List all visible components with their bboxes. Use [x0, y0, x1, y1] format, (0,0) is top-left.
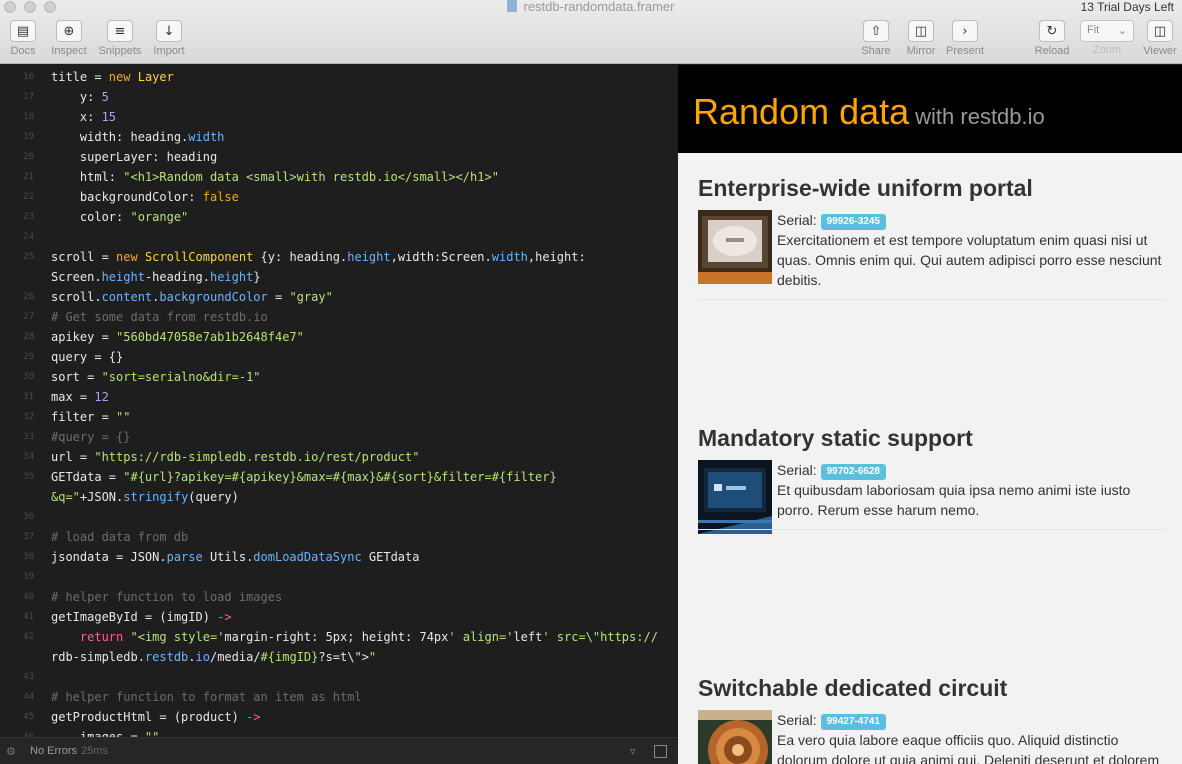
- product-description: Serial: 99702-6628 Et quibusdam laboriosa…: [777, 462, 1131, 518]
- viewer-panel-icon: ◫: [1147, 20, 1173, 42]
- trial-days-label: 13 Trial Days Left: [1080, 0, 1174, 14]
- import-button[interactable]: ↓ Import: [139, 20, 199, 57]
- product-image: [698, 210, 772, 284]
- product-name: Enterprise-wide uniform portal: [698, 175, 1033, 201]
- product-card: Switchable dedicated circuit Serial: 994…: [698, 675, 1166, 764]
- pin-icon[interactable]: ▿: [630, 738, 636, 764]
- reload-icon: ↻: [1039, 20, 1065, 42]
- present-button[interactable]: › Present: [935, 20, 995, 57]
- product-name: Mandatory static support: [698, 425, 973, 451]
- panel-toggle-icon[interactable]: [654, 745, 667, 758]
- zoom-label-group: Zoom: [1092, 44, 1122, 56]
- reload-button[interactable]: ↻ Reload: [1022, 20, 1082, 57]
- editor-status-bar: ⚙ No Errors 25ms ▿: [0, 737, 678, 764]
- preview-title: Random data with restdb.io: [693, 91, 1045, 132]
- product-card: Enterprise-wide uniform portal Serial: 9…: [698, 175, 1166, 300]
- serial-badge: 99926-3245: [820, 214, 886, 230]
- product-description: Serial: 99926-3245 Exercitationem et est …: [777, 212, 1162, 288]
- chevron-down-icon: ⌄: [1117, 25, 1127, 37]
- code-editor[interactable]: 16 title = new Layer 17 y: 5 18 x: 15 19 …: [0, 65, 678, 737]
- prototype-preview[interactable]: Random data with restdb.io Enterprise-wid…: [678, 65, 1182, 764]
- crosshair-icon: ⊕: [56, 20, 82, 42]
- snippets-icon: ≡: [107, 20, 133, 42]
- preview-heading: Random data with restdb.io: [678, 65, 1182, 153]
- share-icon: ⇧: [863, 20, 889, 42]
- error-status: No Errors 25ms: [30, 745, 108, 757]
- product-description: Serial: 99427-4741 Ea vero quia labore ea…: [777, 712, 1160, 764]
- preview-subtitle: with restdb.io: [915, 104, 1045, 129]
- serial-badge: 99702-6628: [820, 464, 886, 480]
- window-toolbar: restdb-randomdata.framer 13 Trial Days L…: [0, 0, 1182, 64]
- zoom-select[interactable]: Fit ⌄: [1080, 20, 1134, 42]
- document-icon: [507, 0, 518, 12]
- product-card: Mandatory static support Serial: 99702-6…: [698, 425, 1166, 534]
- chevron-right-icon: ›: [952, 20, 978, 42]
- gear-icon[interactable]: ⚙: [6, 738, 16, 764]
- window-title: restdb-randomdata.framer: [0, 0, 1182, 14]
- product-name: Switchable dedicated circuit: [698, 675, 1008, 701]
- divider: [698, 299, 1166, 300]
- divider: [698, 529, 1166, 530]
- book-icon: ▤: [10, 20, 36, 42]
- arrow-down-icon: ↓: [156, 20, 182, 42]
- product-image: [698, 460, 772, 534]
- viewer-button[interactable]: ◫ Viewer: [1130, 20, 1182, 57]
- mirror-icon: ◫: [908, 20, 934, 42]
- serial-badge: 99427-4741: [820, 714, 886, 730]
- product-image: [698, 710, 772, 764]
